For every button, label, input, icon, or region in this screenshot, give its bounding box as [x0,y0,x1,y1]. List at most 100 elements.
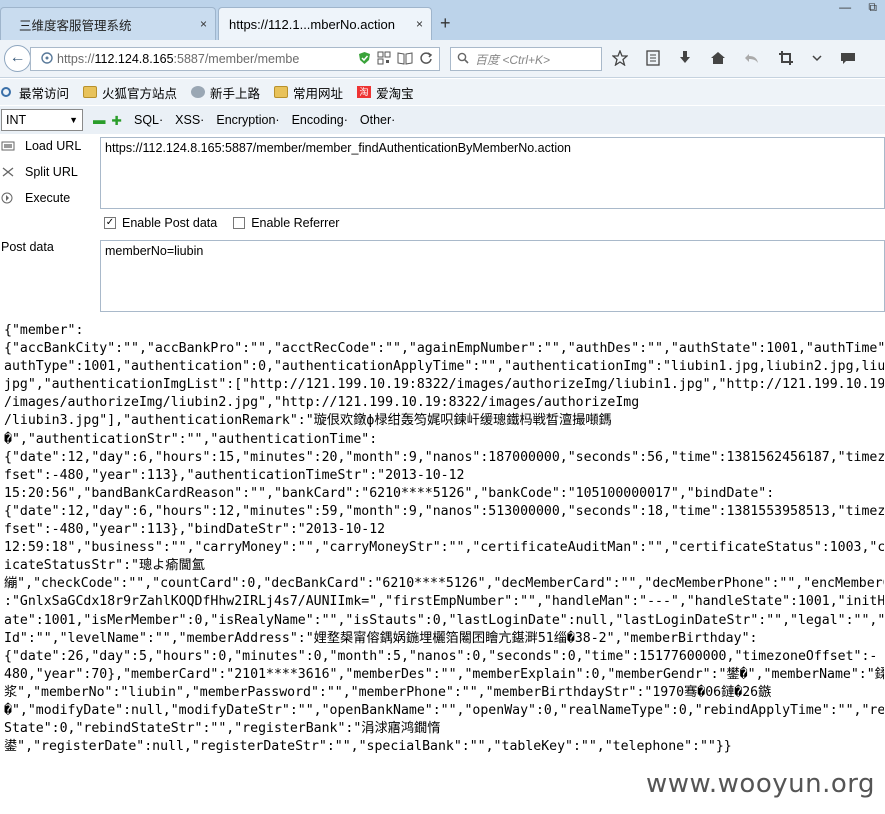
response-body: {"member": {"accBankCity":"","accBankPro"… [4,322,884,774]
response-line: {"member": [4,323,84,338]
reload-icon[interactable] [419,51,433,68]
post-data-label: Post data [1,240,54,254]
int-select[interactable]: INT ▼ [1,109,83,131]
bookmark-label: 爱淘宝 [376,86,414,101]
split-url-icon [1,166,15,178]
home-icon[interactable] [710,50,726,70]
gear-icon [0,86,14,98]
new-tab-button[interactable]: + [440,13,451,34]
tab-close-icon[interactable]: × [416,17,423,31]
undo-icon[interactable] [744,50,760,70]
bookmarks-toolbar: 最常访问 火狐官方站点 新手上路 常用网址 淘 爱淘宝 [0,79,885,105]
tab-active-url[interactable]: https://112.1...mberNo.action × [218,7,432,40]
response-line: icateStatusStr":"璁よ瘉閫氳 [4,558,205,574]
shield-icon[interactable] [358,51,371,68]
response-line: {"date":12,"day":6,"hours":15,"minutes":… [4,449,884,465]
response-line: 15:20:56","bandBankCardReason":"","bankC… [4,485,775,501]
response-line: �","authenticationStr":"","authenticatio… [4,431,378,447]
enable-referrer-label: Enable Referrer [251,216,340,230]
execute-label: Execute [25,191,71,205]
decrease-icon[interactable]: ▬ [93,113,106,127]
bookmark-label: 常用网址 [293,86,344,101]
response-line: fset":-480,"year":113},"bindDateStr":"20… [4,522,386,538]
hackbar-toolbar: INT ▼ ▬ ✚ SQL· XSS· Encryption· Encoding… [0,106,885,134]
menu-xss[interactable]: XSS· [175,113,204,127]
tab-close-icon[interactable]: × [200,17,207,31]
bookmark-label: 新手上路 [210,86,261,101]
minimize-icon[interactable]: — [839,0,851,14]
split-url-label: Split URL [25,165,78,179]
execute-icon [1,192,15,204]
taobao-icon: 淘 [357,86,372,98]
select-value: INT [6,113,27,127]
url-text[interactable]: https://112.124.8.165:5887/member/membe [57,52,299,66]
enable-post-label: Enable Post data [122,216,218,230]
restore-icon[interactable]: ⧉ [868,0,877,14]
bookmark-getting-started[interactable]: 新手上路 [191,83,260,102]
bookmarks-menu-icon[interactable] [646,50,660,70]
response-line: �","modifyDate":null,"modifyDateStr":"",… [4,702,884,718]
load-url-label: Load URL [25,139,82,153]
response-line: ate":1001,"isMerMember":0,"isRealyName":… [4,612,884,628]
tab-title: 三维度客服管理系统 [19,18,132,33]
response-line: 浆","memberNo":"liubin","memberPassword":… [4,684,772,700]
menu-encryption[interactable]: Encryption· [216,113,279,127]
tab-customer-service[interactable]: 三维度客服管理系统 × [0,7,216,40]
back-button[interactable]: ← [4,45,31,72]
response-line: {"date":12,"day":6,"hours":12,"minutes":… [4,503,884,519]
window-controls: — ⧉ [825,0,877,15]
globe-icon [191,86,206,98]
bookmark-common-sites[interactable]: 常用网址 [274,83,343,102]
response-line: authType":1001,"authentication":0,"authe… [4,359,884,375]
search-placeholder: 百度 <Ctrl+K> [475,52,551,67]
split-url-button[interactable]: Split URL [0,165,100,179]
bookmark-taobao[interactable]: 淘 爱淘宝 [357,83,414,102]
response-line: :"GnlxSaGCdx18r9rZahlKOQDfHhw2IRLj4s7/AU… [4,594,884,610]
downloads-icon[interactable] [678,50,692,70]
folder-icon [83,86,98,98]
address-bar[interactable]: https://112.124.8.165:5887/member/membe [30,47,440,71]
bookmark-label: 最常访问 [19,86,70,101]
bookmark-most-visited[interactable]: 最常访问 [0,83,69,102]
bookmark-star-icon[interactable] [611,49,629,70]
chevron-down-icon: ▼ [69,115,78,125]
hackbar-options: ✓ Enable Post data Enable Referrer [104,216,339,230]
load-url-icon [1,140,15,152]
reader-view-icon[interactable] [397,51,413,68]
hackbar-url-textarea[interactable]: https://112.124.8.165:5887/member/member… [100,137,885,209]
response-line: {"accBankCity":"","accBankPro":"","acctR… [4,341,884,357]
response-line: 12:59:18","business":"","carryMoney":"",… [4,540,884,556]
bookmark-firefox-official[interactable]: 火狐官方站点 [83,83,177,102]
load-url-button[interactable]: Load URL [0,139,100,153]
response-line: /images/authorizeImg/liubin2.jpg","http:… [4,395,640,411]
watermark: www.wooyun.org [645,769,875,799]
bookmark-label: 火狐官方站点 [102,86,178,101]
navigation-bar: ← https://112.124.8.165:5887/member/memb… [0,40,885,78]
chat-icon[interactable] [840,50,856,70]
response-line: Id":"","levelName":"","memberAddress":"娌… [4,630,758,646]
response-line: fset":-480,"year":113},"authenticationTi… [4,467,465,483]
response-line: 鍙","registerDate":null,"registerDateStr"… [4,739,732,755]
qrcode-icon[interactable] [377,51,391,68]
increase-icon[interactable]: ✚ [112,113,122,128]
execute-button[interactable]: Execute [0,191,100,205]
response-line: 繃","checkCode":"","countCard":0,"decBank… [4,576,884,592]
url-bar-icons [358,51,433,68]
response-line: 480,"year":70},"memberCard":"2101****361… [4,666,884,682]
post-data-textarea[interactable]: memberNo=liubin [100,240,885,312]
toolbar-icons [611,49,856,70]
menu-other[interactable]: Other· [360,113,395,127]
crop-icon[interactable] [778,50,794,70]
tab-title: https://112.1...mberNo.action [229,16,395,32]
menu-dropdown-icon[interactable] [812,50,822,70]
search-icon [457,52,469,67]
menu-encoding[interactable]: Encoding· [292,113,348,127]
menu-sql[interactable]: SQL· [134,113,163,127]
enable-post-checkbox[interactable]: ✓ [104,217,116,229]
site-identity-icon[interactable] [37,51,57,67]
folder-icon [274,86,289,98]
response-line: {"date":26,"day":5,"hours":0,"minutes":0… [4,648,878,664]
enable-referrer-checkbox[interactable] [233,217,246,229]
response-line: jpg","authenticationImgList":["http://12… [4,377,884,393]
search-bar[interactable]: 百度 <Ctrl+K> [450,47,602,71]
